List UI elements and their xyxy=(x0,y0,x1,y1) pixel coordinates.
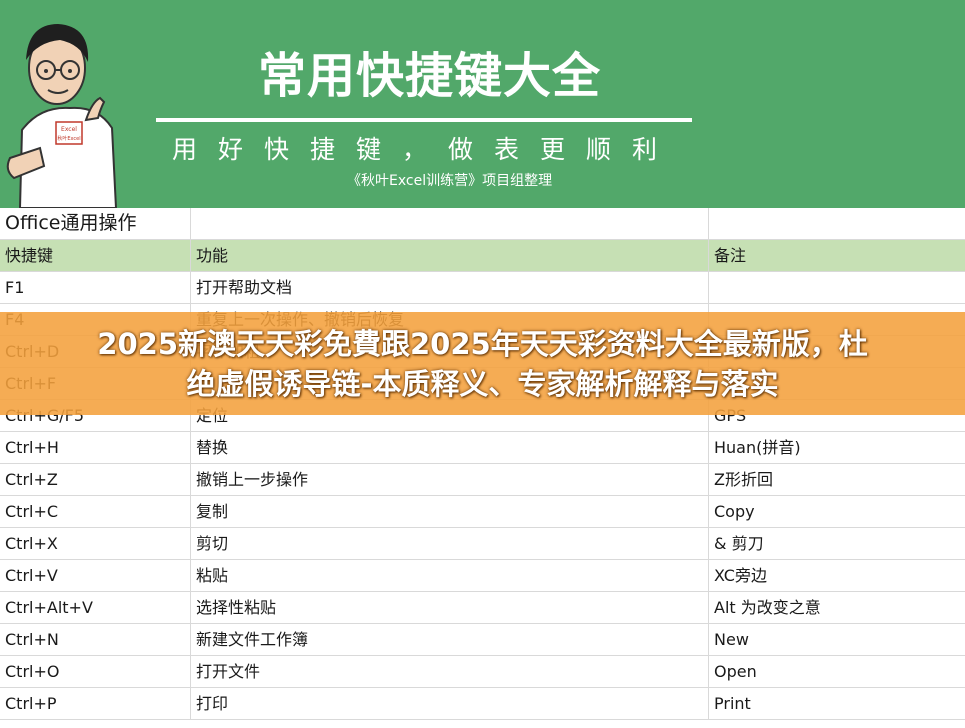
note-cell[interactable]: Copy xyxy=(709,496,965,527)
table-cell[interactable] xyxy=(709,208,965,239)
table-row: Ctrl+Z 撤销上一步操作 Z形折回 xyxy=(0,464,965,496)
overlay-line-1: 2025新澳天天彩免費跟2025年天天彩资料大全最新版，杜 xyxy=(97,327,868,361)
column-header-note[interactable]: 备注 xyxy=(709,240,965,271)
column-header-function[interactable]: 功能 xyxy=(191,240,709,271)
note-cell[interactable]: New xyxy=(709,624,965,655)
note-cell[interactable]: Print xyxy=(709,688,965,719)
function-cell[interactable]: 粘贴 xyxy=(191,560,709,591)
page-title: 常用快捷键大全 xyxy=(258,48,602,104)
table-row: Ctrl+Alt+V 选择性粘贴 Alt 为改变之意 xyxy=(0,592,965,624)
overlay-banner: 2025新澳天天彩免費跟2025年天天彩资料大全最新版，杜 绝虚假诱导链-本质释… xyxy=(0,312,965,415)
table-row: Ctrl+O 打开文件 Open xyxy=(0,656,965,688)
table-row: Ctrl+H 替换 Huan(拼音) xyxy=(0,432,965,464)
shortcut-cell[interactable]: Ctrl+P xyxy=(0,688,191,719)
shortcut-cell[interactable]: Ctrl+O xyxy=(0,656,191,687)
shortcut-cell[interactable]: Ctrl+Alt+V xyxy=(0,592,191,623)
function-cell[interactable]: 替换 xyxy=(191,432,709,463)
note-cell[interactable]: Z形折回 xyxy=(709,464,965,495)
table-row: Ctrl+X 剪切 & 剪刀 xyxy=(0,528,965,560)
svg-text:Excel: Excel xyxy=(61,126,77,133)
credit-line: 《秋叶Excel训练营》项目组整理 xyxy=(347,173,553,189)
shortcut-cell[interactable]: Ctrl+X xyxy=(0,528,191,559)
page-subtitle: 用好快捷键，做表更顺利 xyxy=(172,135,679,164)
overlay-line-2: 绝虚假诱导链-本质释义、专家解析解释与落实 xyxy=(186,367,779,401)
note-cell[interactable]: Huan(拼音) xyxy=(709,432,965,463)
shortcut-cell[interactable]: Ctrl+V xyxy=(0,560,191,591)
function-cell[interactable]: 打印 xyxy=(191,688,709,719)
mascot-illustration: Excel 秋叶Excel xyxy=(6,24,118,208)
shortcut-cell[interactable]: F1 xyxy=(0,272,191,303)
function-cell[interactable]: 打开帮助文档 xyxy=(191,272,709,303)
section-title[interactable]: Office通用操作 xyxy=(0,208,191,239)
function-cell[interactable]: 剪切 xyxy=(191,528,709,559)
table-row: Ctrl+V 粘贴 XC旁边 xyxy=(0,560,965,592)
shortcut-cell[interactable]: Ctrl+H xyxy=(0,432,191,463)
function-cell[interactable]: 复制 xyxy=(191,496,709,527)
header-row: 快捷键 功能 备注 xyxy=(0,240,965,272)
note-cell[interactable] xyxy=(709,272,965,303)
function-cell[interactable]: 撤销上一步操作 xyxy=(191,464,709,495)
note-cell[interactable]: XC旁边 xyxy=(709,560,965,591)
function-cell[interactable]: 选择性粘贴 xyxy=(191,592,709,623)
title-divider xyxy=(156,118,692,122)
table-row: Ctrl+N 新建文件工作簿 New xyxy=(0,624,965,656)
table-row: Ctrl+P 打印 Print xyxy=(0,688,965,720)
overlay-headline: 2025新澳天天彩免費跟2025年天天彩资料大全最新版，杜 绝虚假诱导链-本质释… xyxy=(30,324,935,404)
table-cell[interactable] xyxy=(191,208,709,239)
note-cell[interactable]: & 剪刀 xyxy=(709,528,965,559)
header-banner: Excel 秋叶Excel 常用快捷键大全 用好快捷键，做表更顺利 《秋叶Exc… xyxy=(0,0,965,208)
svg-text:秋叶Excel: 秋叶Excel xyxy=(57,135,80,142)
function-cell[interactable]: 打开文件 xyxy=(191,656,709,687)
section-row: Office通用操作 xyxy=(0,208,965,240)
shortcut-cell[interactable]: Ctrl+C xyxy=(0,496,191,527)
table-row: F1 打开帮助文档 xyxy=(0,272,965,304)
function-cell[interactable]: 新建文件工作簿 xyxy=(191,624,709,655)
table-row: Ctrl+C 复制 Copy xyxy=(0,496,965,528)
shortcut-cell[interactable]: Ctrl+Z xyxy=(0,464,191,495)
shortcut-cell[interactable]: Ctrl+N xyxy=(0,624,191,655)
column-header-shortcut[interactable]: 快捷键 xyxy=(0,240,191,271)
note-cell[interactable]: Open xyxy=(709,656,965,687)
note-cell[interactable]: Alt 为改变之意 xyxy=(709,592,965,623)
